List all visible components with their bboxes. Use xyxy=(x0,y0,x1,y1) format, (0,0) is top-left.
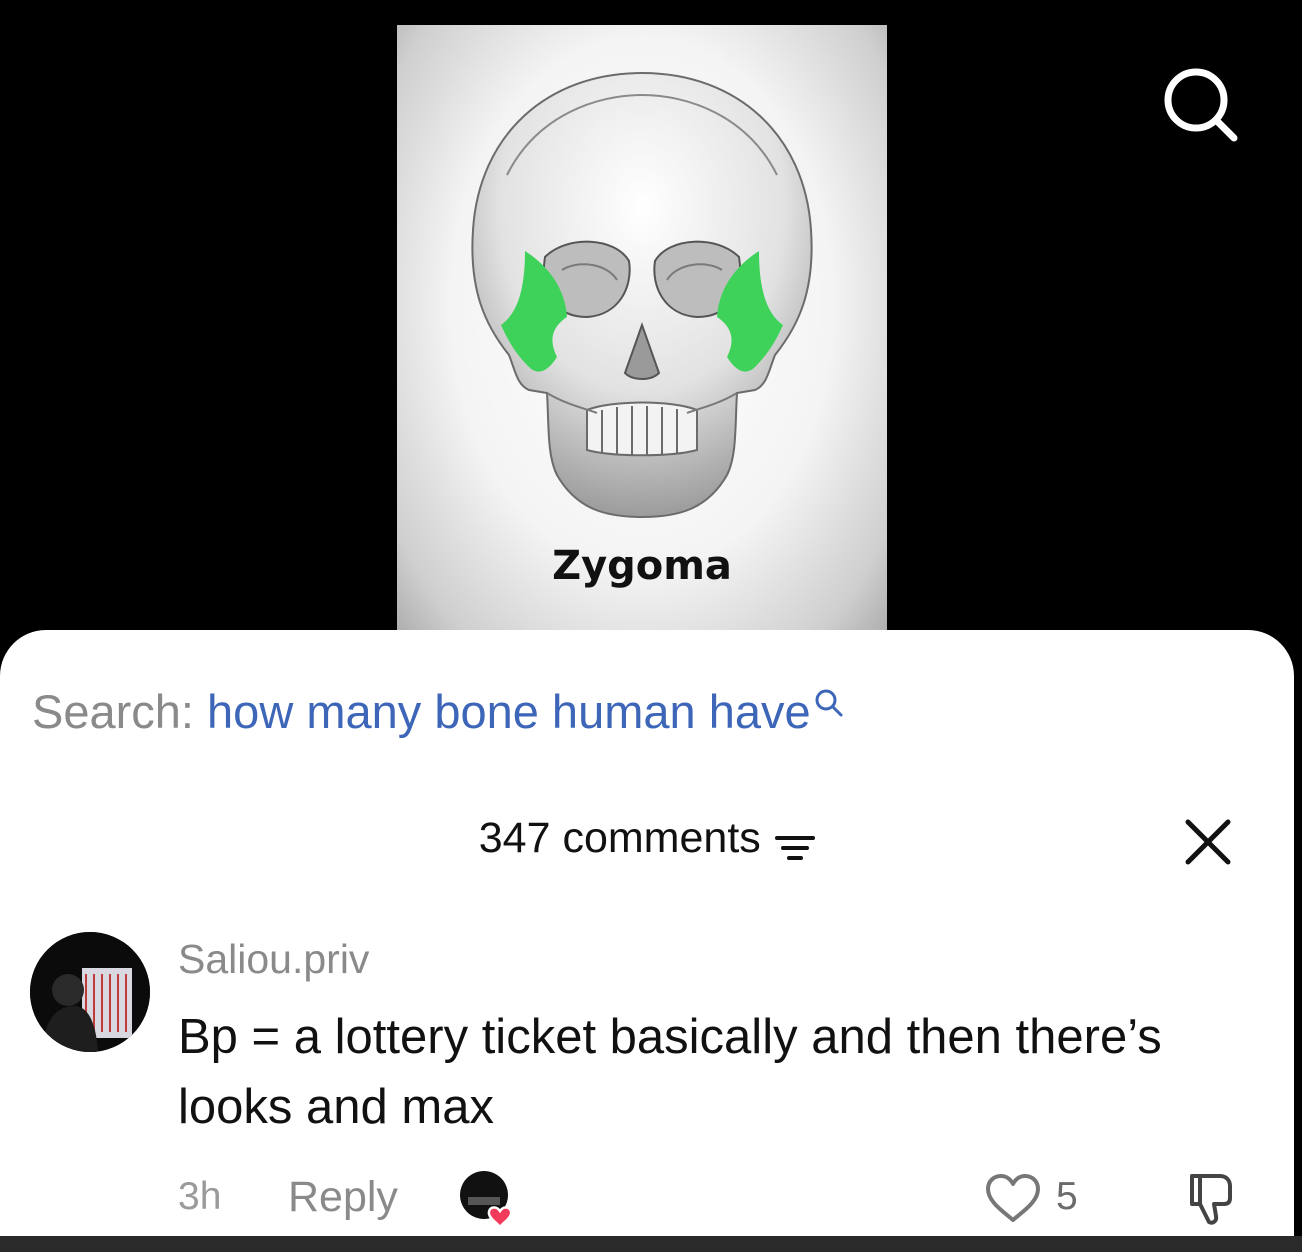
bottom-edge xyxy=(0,1236,1302,1252)
avatar-image xyxy=(30,932,150,1052)
heart-icon[interactable] xyxy=(984,1172,1042,1224)
dislike-icon[interactable] xyxy=(1182,1168,1242,1228)
filter-icon[interactable] xyxy=(775,833,816,863)
video-caption: Zygoma xyxy=(552,543,732,589)
comments-sheet: Search: how many bone human have 347 com… xyxy=(0,630,1294,1252)
close-icon[interactable] xyxy=(1184,818,1232,866)
comment-text: Bp = a lottery ticket basically and then… xyxy=(178,1010,1162,1134)
comments-header: 347 comments xyxy=(0,814,1294,863)
comments-count: 347 comments xyxy=(478,814,761,862)
search-icon[interactable] xyxy=(1160,64,1240,144)
search-query-link[interactable]: how many bone human have xyxy=(207,685,811,738)
creator-liked-icon xyxy=(460,1171,513,1229)
avatar[interactable] xyxy=(30,932,150,1052)
comment-time: 3h xyxy=(178,1175,222,1218)
search-icon xyxy=(815,689,843,717)
related-search[interactable]: Search: how many bone human have xyxy=(32,684,845,739)
video-player[interactable]: Zygoma xyxy=(0,0,1302,660)
like-count: 5 xyxy=(1056,1175,1078,1218)
video-frame: Zygoma xyxy=(397,25,887,645)
search-label: Search: xyxy=(32,685,194,738)
reply-button[interactable]: Reply xyxy=(288,1173,398,1222)
comment-username[interactable]: Saliou.priv xyxy=(178,936,369,983)
